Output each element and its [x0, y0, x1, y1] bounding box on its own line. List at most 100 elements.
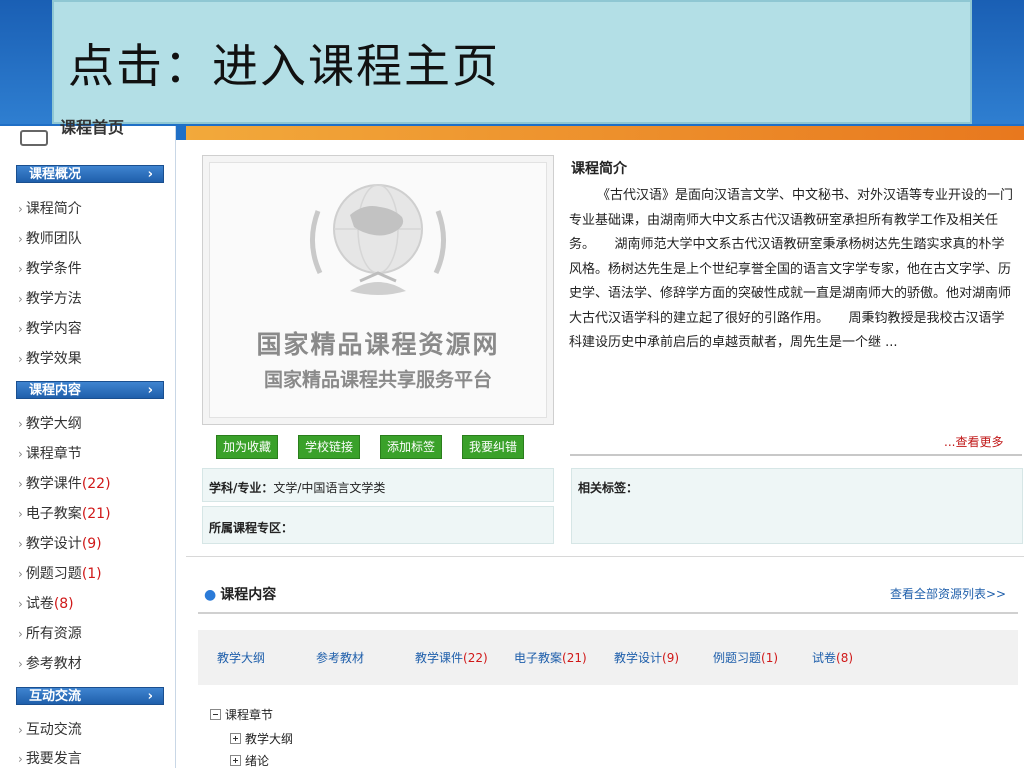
tab-syllabus[interactable]: 教学大纲 [217, 649, 265, 666]
sidebar-item-label: 课程简介 [25, 201, 82, 217]
sidebar-item-lesson-plans[interactable]: › 电子教案(21) [18, 503, 111, 523]
school-link-button[interactable]: 学校链接 [298, 435, 361, 459]
tab-lesson-plans[interactable]: 电子教案(21) [514, 649, 587, 666]
sidebar-item-reference-books[interactable]: › 参考教材 [18, 653, 82, 673]
sidebar-item-interaction[interactable]: › 互动交流 [18, 719, 82, 739]
tree-node-chapters[interactable]: 课程章节 [210, 706, 273, 723]
course-intro-title: 课程简介 [571, 161, 627, 177]
tab-label: 例题习题 [713, 651, 762, 665]
course-intro-text: 《古代汉语》是面向汉语言文学、中文秘书、对外汉语等专业开设的一门专业基础课，由湖… [569, 188, 1014, 350]
sidebar-item-label: 互动交流 [25, 722, 82, 738]
add-tag-button[interactable]: 添加标签 [380, 435, 443, 459]
tab-exercises[interactable]: 例题习题(1) [713, 649, 778, 666]
expand-icon[interactable] [230, 755, 241, 766]
sidebar-item-teacher-team[interactable]: › 教师团队 [18, 228, 82, 248]
chevron-right-icon: › [18, 262, 23, 276]
sidebar-item-chapters[interactable]: › 课程章节 [18, 443, 82, 463]
chevron-right-icon: › [147, 689, 153, 704]
chevron-right-icon: › [18, 507, 23, 521]
sidebar-item-label: 电子教案 [25, 506, 82, 522]
divider [198, 612, 1018, 614]
section-course-content[interactable]: 课程内容 › [16, 381, 164, 399]
count: (8) [836, 651, 854, 665]
sidebar-item-course-intro[interactable]: › 课程简介 [18, 198, 82, 218]
count: (21) [81, 506, 111, 522]
sidebar-item-teaching-content[interactable]: › 教学内容 [18, 318, 82, 338]
sidebar-item-teaching-methods[interactable]: › 教学方法 [18, 288, 82, 308]
tab-label: 教学设计 [614, 651, 663, 665]
tab-label: 教学大纲 [217, 651, 266, 665]
thumbnail-subtitle: 国家精品课程共享服务平台 [263, 369, 492, 391]
chevron-right-icon: › [18, 627, 23, 641]
section-course-overview[interactable]: 课程概况 › [16, 165, 164, 183]
sidebar-item-teaching-conditions[interactable]: › 教学条件 [18, 258, 82, 278]
course-zone-label: 所属课程专区： [209, 521, 294, 535]
count: (9) [81, 536, 102, 552]
divider [186, 556, 1024, 557]
view-all-resources-link[interactable]: 查看全部资源列表>> [890, 585, 1006, 602]
sidebar-item-exams[interactable]: › 试卷(8) [18, 593, 74, 613]
report-error-button[interactable]: 我要纠错 [462, 435, 525, 459]
section-label: 课程内容 [29, 383, 82, 398]
sidebar-item-label: 教学内容 [25, 321, 82, 337]
sidebar-item-teaching-design[interactable]: › 教学设计(9) [18, 533, 102, 553]
course-content-title-text: 课程内容 [220, 587, 277, 603]
tab-reference-books[interactable]: 参考教材 [316, 649, 364, 666]
sidebar-item-label: 教学课件 [25, 476, 82, 492]
related-tags-box: 相关标签： [571, 468, 1023, 544]
count: (22) [463, 651, 488, 665]
chevron-right-icon: › [147, 167, 153, 182]
globe-emblem-icon [309, 184, 447, 295]
sidebar-header: 课程首页 [16, 118, 166, 154]
section-label: 课程概况 [29, 167, 82, 182]
chevron-right-icon: › [18, 567, 23, 581]
sidebar-item-label: 所有资源 [25, 626, 82, 642]
thumbnail-frame: 国家精品课程资源网 国家精品课程共享服务平台 [209, 162, 547, 418]
tab-label: 教学课件 [415, 651, 464, 665]
expand-icon[interactable] [230, 733, 241, 744]
subject-label: 学科/专业：文学/中国语言文学类 [209, 479, 385, 496]
sidebar-item-all-resources[interactable]: › 所有资源 [18, 623, 82, 643]
sidebar-header-label: 课程首页 [60, 118, 125, 137]
sidebar-item-courseware[interactable]: › 教学课件(22) [18, 473, 111, 493]
sidebar-item-label: 例题习题 [25, 566, 82, 582]
chevron-right-icon: › [18, 723, 23, 737]
count: (1) [761, 651, 779, 665]
chevron-right-icon: › [18, 202, 23, 216]
course-thumbnail: 国家精品课程资源网 国家精品课程共享服务平台 [202, 155, 554, 425]
subject-label-text: 学科/专业： [209, 481, 274, 495]
sidebar-item-exercises[interactable]: › 例题习题(1) [18, 563, 102, 583]
chevron-right-icon: › [18, 417, 23, 431]
tab-teaching-design[interactable]: 教学设计(9) [614, 649, 679, 666]
sidebar-item-label: 教学大纲 [25, 416, 82, 432]
home-icon [20, 130, 48, 146]
sidebar-item-syllabus[interactable]: › 教学大纲 [18, 413, 82, 433]
chevron-right-icon: › [147, 383, 153, 398]
slide-title: 点击：进入课程主页 [68, 39, 500, 93]
chevron-right-icon: › [18, 597, 23, 611]
bullet-icon: ● [204, 587, 217, 603]
sidebar-item-post[interactable]: › 我要发言 [18, 748, 82, 768]
collapse-icon[interactable] [210, 709, 221, 720]
course-zone-info: 所属课程专区： [202, 506, 554, 544]
chevron-right-icon: › [18, 477, 23, 491]
thumbnail-title: 国家精品课程资源网 [256, 330, 500, 359]
tree-node-syllabus[interactable]: 教学大纲 [230, 730, 293, 747]
count: (21) [562, 651, 587, 665]
subject-info: 学科/专业：文学/中国语言文学类 [202, 468, 554, 502]
sidebar-item-label: 我要发言 [25, 751, 82, 767]
tab-exams[interactable]: 试卷(8) [812, 649, 853, 666]
chevron-right-icon: › [18, 447, 23, 461]
tree-node-intro[interactable]: 绪论 [230, 752, 269, 769]
sidebar-item-label: 教师团队 [25, 231, 82, 247]
section-label: 互动交流 [29, 689, 82, 704]
add-favorite-button[interactable]: 加为收藏 [216, 435, 279, 459]
count: (22) [81, 476, 111, 492]
related-tags-label: 相关标签： [578, 481, 639, 495]
chevron-right-icon: › [18, 537, 23, 551]
count: (1) [81, 566, 102, 582]
sidebar-item-teaching-effect[interactable]: › 教学效果 [18, 348, 82, 368]
tab-courseware[interactable]: 教学课件(22) [415, 649, 488, 666]
section-interaction[interactable]: 互动交流 › [16, 687, 164, 705]
view-more-link[interactable]: ...查看更多 [944, 433, 1003, 450]
